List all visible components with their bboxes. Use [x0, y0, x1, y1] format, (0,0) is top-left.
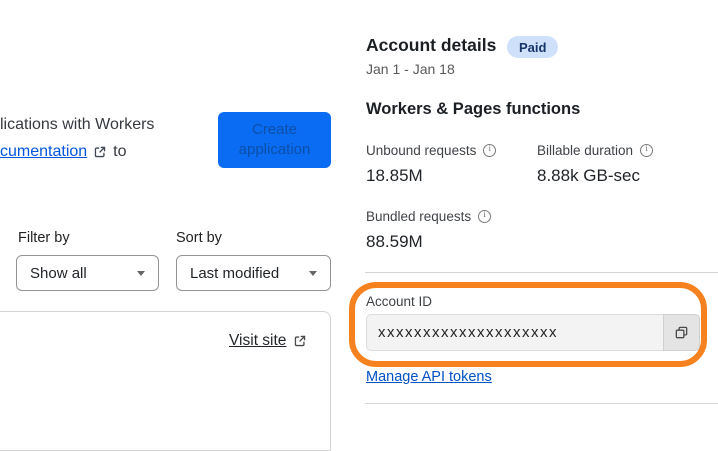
functions-section-title: Workers & Pages functions	[366, 100, 581, 118]
copy-button[interactable]	[663, 314, 700, 351]
stat-label-text: Bundled requests	[366, 209, 472, 224]
divider	[365, 272, 718, 273]
intro-text-suffix: to	[113, 143, 127, 160]
chevron-down-icon	[137, 270, 145, 276]
copy-icon	[675, 326, 688, 339]
info-icon[interactable]	[478, 210, 492, 223]
intro-text-line2: cumentation to	[0, 143, 127, 161]
sort-selected-value: Last modified	[190, 264, 280, 282]
info-icon[interactable]	[640, 144, 654, 157]
bundled-requests-value: 88.59M	[366, 232, 423, 251]
bundled-requests-label: Bundled requests	[366, 209, 492, 224]
account-id-label: Account ID	[366, 294, 433, 309]
external-link-icon	[93, 145, 107, 159]
stat-label-text: Unbound requests	[366, 143, 477, 158]
external-link-icon	[293, 334, 307, 348]
filter-selected-value: Show all	[30, 264, 87, 282]
billable-duration-value: 8.88k GB-sec	[537, 166, 640, 185]
filter-by-label: Filter by	[18, 230, 70, 246]
sort-select[interactable]: Last modified	[176, 255, 331, 291]
sort-by-label: Sort by	[176, 230, 222, 246]
unbound-requests-value: 18.85M	[366, 166, 423, 185]
intro-text-line1: lications with Workers	[0, 116, 155, 133]
visit-site-link[interactable]: Visit site	[229, 332, 307, 350]
account-id-field-group	[366, 314, 700, 351]
filter-select[interactable]: Show all	[16, 255, 159, 291]
billable-duration-label: Billable duration	[537, 143, 654, 158]
stat-label-text: Billable duration	[537, 143, 634, 158]
unbound-requests-label: Unbound requests	[366, 143, 497, 158]
paid-plan-badge: Paid	[507, 36, 559, 58]
divider	[365, 403, 718, 404]
chevron-down-icon	[309, 270, 317, 276]
billing-date-range: Jan 1 - Jan 18	[366, 61, 455, 77]
create-application-button[interactable]: Create application	[218, 112, 331, 168]
documentation-link[interactable]: cumentation	[0, 143, 87, 161]
info-icon[interactable]	[483, 144, 497, 157]
account-id-input[interactable]	[366, 314, 700, 351]
workers-pages-dashboard: { "window": { "width": 718, "height": 41…	[0, 0, 718, 451]
account-details-title: Account details	[366, 35, 497, 55]
visit-site-label: Visit site	[229, 332, 287, 349]
manage-api-tokens-link[interactable]: Manage API tokens	[366, 369, 492, 385]
